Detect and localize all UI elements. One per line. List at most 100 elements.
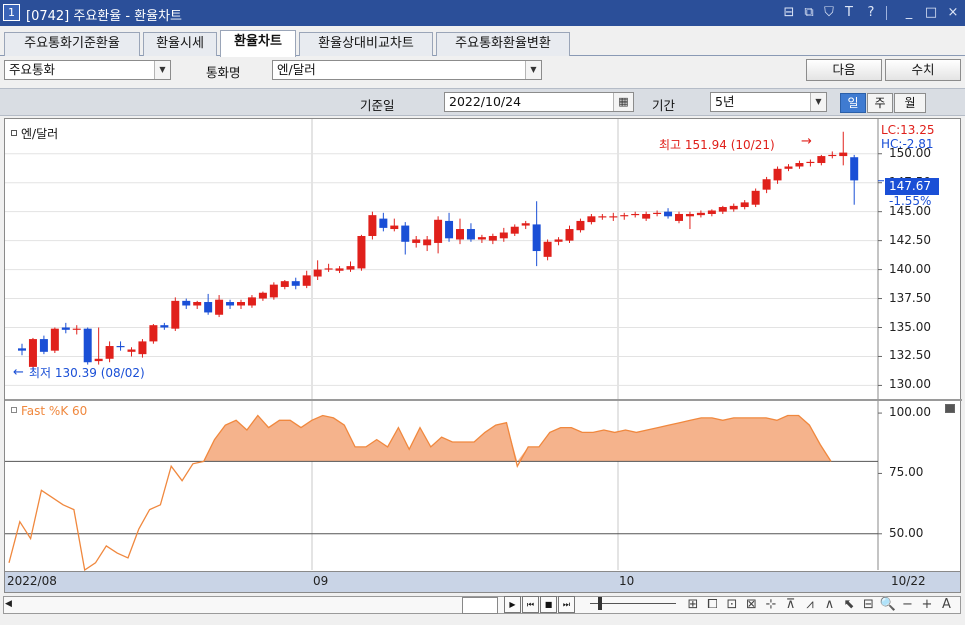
stop-icon[interactable]: ■: [540, 596, 557, 613]
tab-relative-chart[interactable]: 환율상대비교차트: [299, 32, 433, 56]
zoom-slider[interactable]: [590, 603, 676, 604]
candle-body: [488, 235, 497, 241]
value-button[interactable]: 수치: [885, 59, 961, 81]
scroll-thumb[interactable]: [462, 597, 498, 614]
trend-icon[interactable]: ⊼: [782, 595, 800, 614]
calendar-icon[interactable]: ▦: [613, 93, 633, 111]
candle-body: [368, 215, 377, 236]
arrow-right-icon: →: [801, 134, 812, 149]
zoom-slider-handle[interactable]: [598, 597, 602, 610]
current-change: -1.55%: [889, 194, 932, 208]
candle-body: [204, 302, 213, 313]
x-label-sep: 09: [313, 574, 329, 588]
candle-body: [302, 275, 311, 286]
title-divider: [886, 6, 887, 20]
indicator-y-tick-label: 50.00: [889, 525, 924, 540]
zoom-out-icon[interactable]: −: [899, 595, 917, 614]
play-icon[interactable]: ▶: [504, 596, 521, 613]
x-label-oct: 10: [619, 574, 635, 588]
candle-body: [105, 346, 114, 359]
candle-body: [434, 219, 443, 243]
font-icon[interactable]: T: [840, 3, 858, 23]
candle-body: [335, 268, 344, 271]
candle-body: [729, 205, 738, 210]
candle-body: [587, 216, 596, 223]
tab-rate-chart[interactable]: 환율차트: [220, 30, 296, 57]
tab-rate-converter[interactable]: 주요통화환율변환: [436, 32, 570, 56]
maximize-icon[interactable]: □: [922, 3, 940, 23]
chevron-down-icon: ▼: [154, 61, 170, 79]
chart-svg: [5, 119, 884, 571]
tab-rate-quotes[interactable]: 환율시세: [143, 32, 217, 56]
legend-square-icon: [11, 130, 17, 136]
indicator-panel-title-text: Fast %K 60: [21, 404, 88, 418]
overlay-icon[interactable]: ⊠: [743, 595, 761, 614]
candle-body: [707, 210, 716, 214]
candle-body: [138, 341, 147, 355]
rect-tool-icon[interactable]: ⧠: [704, 595, 722, 614]
query-bar: 기준일 2022/10/24 ▦ 기간 5년 ▼ 일 주 월: [0, 88, 965, 116]
stats-icon[interactable]: ⊟: [860, 595, 878, 614]
candle-body: [401, 225, 410, 242]
candle-body: [39, 339, 48, 352]
price-panel-title: 엔/달러: [11, 125, 58, 142]
select-icon[interactable]: ⬉: [840, 595, 858, 614]
wave-icon[interactable]: ⩘: [801, 595, 819, 614]
tab-major-base-rate[interactable]: 주요통화기준환율: [4, 32, 140, 56]
close-icon[interactable]: ×: [944, 3, 962, 23]
period-select[interactable]: 5년 ▼: [710, 92, 827, 112]
multi-window-icon[interactable]: ⊡: [723, 595, 741, 614]
period-week-button[interactable]: 주: [867, 93, 893, 113]
candle-body: [521, 223, 530, 226]
candle-body: [226, 302, 235, 306]
window-number-badge[interactable]: 1: [3, 4, 20, 21]
rewind-icon[interactable]: ⏮: [522, 596, 539, 613]
period-select-value: 5년: [715, 94, 735, 109]
category-select[interactable]: 주요통화 ▼: [4, 60, 171, 80]
candle-body: [817, 156, 826, 164]
candle-body: [466, 229, 475, 240]
price-y-tick-label: 140.00: [889, 261, 931, 276]
period-day-button[interactable]: 일: [840, 93, 866, 113]
period-month-button[interactable]: 월: [894, 93, 926, 113]
panel-separator: [5, 399, 962, 401]
chevron-down-icon: ▼: [525, 61, 541, 79]
currency-select[interactable]: 엔/달러 ▼: [272, 60, 542, 80]
crosshair-icon[interactable]: ⊹: [762, 595, 780, 614]
candle-body: [740, 202, 749, 208]
minimize-icon[interactable]: _: [900, 3, 918, 23]
candle-body: [685, 213, 694, 217]
fast-forward-icon[interactable]: ⏭: [558, 596, 575, 613]
price-y-tick-label: 137.50: [889, 290, 931, 305]
title-bar: 1 [0742] 주요환율 - 환율차트 ⊟ ⧉ ⛉ T ? _ □ ×: [0, 0, 965, 26]
zoom-icon[interactable]: 🔍: [879, 595, 897, 614]
candle-body: [247, 297, 256, 306]
arrow-left-icon: ←: [13, 365, 24, 380]
candle-body: [850, 157, 859, 181]
candle-body: [83, 328, 92, 363]
line-tool-icon[interactable]: ⊞: [684, 595, 702, 614]
chevron-down-icon: ▼: [810, 93, 826, 111]
indicator-y-tick-label: 100.00: [889, 405, 931, 420]
angle-icon[interactable]: ∧: [821, 595, 839, 614]
pin-icon[interactable]: ⛉: [820, 3, 838, 23]
next-button[interactable]: 다음: [806, 59, 882, 81]
base-date-input[interactable]: 2022/10/24 ▦: [444, 92, 634, 112]
chart-area[interactable]: 엔/달러 LC:13.25 HC:-2.81 최고 151.94 (10/21)…: [4, 118, 962, 593]
base-date-label: 기준일: [360, 98, 395, 113]
current-price: 147.67: [889, 179, 931, 193]
candle-body: [379, 218, 388, 228]
candle-body: [412, 239, 421, 243]
price-y-tick-label: 130.00: [889, 377, 931, 392]
indicator-settings-icon[interactable]: [945, 404, 955, 413]
candle-body: [215, 299, 224, 315]
help-icon[interactable]: ?: [862, 3, 880, 23]
candle-body: [609, 216, 618, 218]
zoom-in-icon[interactable]: +: [918, 595, 936, 614]
auto-icon[interactable]: A: [938, 595, 956, 614]
restore-icon[interactable]: ⊟: [780, 3, 798, 23]
candle-body: [565, 229, 574, 241]
popout-icon[interactable]: ⧉: [800, 3, 818, 23]
scroll-left-icon[interactable]: ◀: [5, 596, 19, 612]
candle-body: [269, 284, 278, 298]
